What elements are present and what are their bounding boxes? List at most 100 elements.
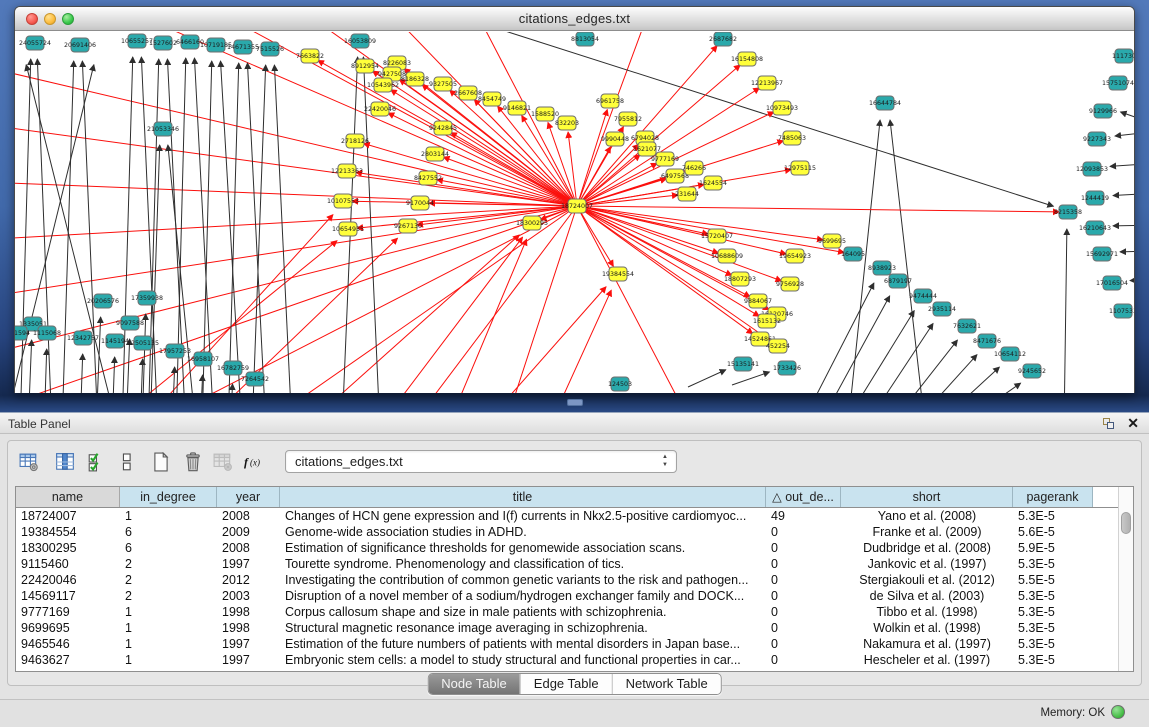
graph-node[interactable]: 15692971 [1086, 247, 1118, 261]
graph-node[interactable]: 20206576 [87, 294, 119, 308]
window-titlebar[interactable]: citations_edges.txt [15, 7, 1134, 31]
graph-node[interactable]: 1624554 [699, 176, 727, 190]
graph-area[interactable]: 2405572420691406106552571527602646616010… [15, 32, 1134, 393]
graph-node[interactable]: 9146821 [503, 101, 531, 115]
column-header-pagerank[interactable]: pagerank [1013, 487, 1093, 507]
tab-node-table[interactable]: Node Table [428, 674, 520, 694]
graph-node[interactable]: 9242845 [429, 121, 457, 135]
graph-node[interactable]: 1733426 [773, 361, 801, 375]
graph-node[interactable]: 16053809 [344, 34, 376, 48]
graph-node[interactable]: 9327505 [429, 77, 457, 91]
table-row[interactable]: 1872400712008Changes of HCN gene express… [16, 508, 1118, 524]
table-row[interactable]: 2242004622012Investigating the contribut… [16, 572, 1118, 588]
column-header-in_degree[interactable]: in_degree [120, 487, 217, 507]
graph-node[interactable]: 9990448 [601, 132, 629, 146]
graph-node[interactable]: 12093853 [1076, 162, 1108, 176]
graph-node[interactable]: 9170044 [406, 196, 434, 210]
select-all-rows-button[interactable] [84, 449, 110, 475]
graph-node[interactable]: 8813054 [571, 32, 599, 46]
graph-node[interactable]: 17359938 [131, 291, 163, 305]
graph-node[interactable]: 231644 [675, 187, 699, 201]
graph-node[interactable]: 24055724 [19, 36, 51, 50]
select-columns-button[interactable] [52, 449, 78, 475]
graph-node[interactable]: 9129966 [1089, 104, 1117, 118]
graph-node[interactable]: 124503 [608, 377, 632, 391]
graph-node[interactable]: 16154808 [731, 52, 763, 66]
graph-node[interactable]: 17016504 [1096, 276, 1128, 290]
table-row[interactable]: 977716911998Corpus callosum shape and si… [16, 604, 1118, 620]
table-settings-button[interactable] [16, 449, 42, 475]
graph-node[interactable]: 12213967 [751, 76, 783, 90]
table-selector-dropdown[interactable]: citations_edges.txt ▲▼ [285, 450, 677, 473]
graph-node[interactable]: 9227343 [1083, 132, 1111, 146]
graph-node[interactable]: 1588520 [531, 107, 559, 121]
graph-node[interactable]: 15135141 [727, 357, 759, 371]
graph-node[interactable]: 16782759 [217, 361, 249, 375]
column-header-out_de[interactable]: △ out_de... [766, 487, 841, 507]
delete-columns-button[interactable] [180, 449, 206, 475]
graph-node[interactable]: 10688609 [711, 249, 743, 263]
graph-node[interactable]: 21053346 [147, 122, 179, 136]
graph-node[interactable]: 9699695 [818, 234, 846, 248]
graph-node[interactable]: 22420046 [364, 102, 396, 116]
column-header-title[interactable]: title [280, 487, 766, 507]
graph-node[interactable]: 2803144 [421, 147, 449, 161]
network-canvas[interactable]: 2405572420691406106552571527602646616010… [15, 32, 1134, 393]
scrollbar-thumb[interactable] [1121, 512, 1131, 534]
graph-node[interactable]: 16644784 [869, 96, 901, 110]
table-scrollbar[interactable] [1118, 487, 1133, 671]
graph-node[interactable]: 6961758 [596, 94, 624, 108]
table-row[interactable]: 911546021997Tourette syndrome. Phenomeno… [16, 556, 1118, 572]
graph-node[interactable]: 1244419 [1081, 191, 1109, 205]
graph-node[interactable]: 2687682 [709, 32, 737, 46]
graph-node[interactable]: 8938923 [868, 261, 896, 275]
graph-node[interactable]: 1107533 [1109, 304, 1134, 318]
tab-edge-table[interactable]: Edge Table [520, 674, 612, 694]
graph-node[interactable]: 10654935 [332, 222, 364, 236]
graph-node[interactable]: 111730 [1112, 49, 1134, 63]
column-header-short[interactable]: short [841, 487, 1013, 507]
graph-node[interactable]: 832203 [555, 116, 579, 130]
graph-node[interactable]: 19384554 [602, 267, 634, 281]
graph-node[interactable]: 16958107 [187, 352, 219, 366]
graph-node[interactable]: 8912954 [351, 59, 379, 73]
create-column-button[interactable] [148, 449, 174, 475]
graph-node[interactable]: 9756928 [776, 277, 804, 291]
graph-node[interactable]: 7663822 [296, 49, 324, 63]
graph-node[interactable]: 9097588 [116, 316, 144, 330]
graph-node[interactable]: 164095 [841, 247, 865, 261]
graph-node[interactable]: 20691406 [64, 38, 96, 52]
graph-node[interactable]: 12975115 [784, 161, 816, 175]
network-window[interactable]: citations_edges.txt 24055724 20691406 1065… [14, 6, 1135, 393]
table-row[interactable]: 1830029562008Estimation of significance … [16, 540, 1118, 556]
graph-node[interactable]: 8471676 [973, 334, 1001, 348]
graph-node[interactable]: 19654923 [779, 249, 811, 263]
close-panel-icon[interactable]: ✕ [1127, 415, 1139, 432]
graph-node[interactable]: 7515526 [256, 42, 284, 56]
graph-node[interactable]: 7632621 [953, 319, 981, 333]
graph-node[interactable]: 10654112 [994, 347, 1026, 361]
column-header-year[interactable]: year [217, 487, 280, 507]
splitter-handle[interactable] [567, 399, 583, 406]
graph-node[interactable]: 7955812 [614, 112, 642, 126]
import-table-button[interactable] [210, 449, 236, 475]
graph-node[interactable]: 15751074 [1102, 76, 1134, 90]
tab-network-table[interactable]: Network Table [612, 674, 721, 694]
table-row[interactable]: 969969511998Structural magnetic resonanc… [16, 620, 1118, 636]
clear-row-selection-button[interactable] [114, 449, 140, 475]
function-builder-button[interactable]: f (x) [242, 449, 268, 475]
float-panel-icon[interactable] [1103, 418, 1115, 430]
graph-node[interactable]: 8454749 [478, 92, 506, 106]
graph-node[interactable]: 16210643 [1079, 221, 1111, 235]
graph-node[interactable]: 9245652 [1018, 364, 1046, 378]
graph-node[interactable]: 2935114 [928, 302, 956, 316]
graph-node[interactable]: 452254 [766, 339, 790, 353]
table-row[interactable]: 946362711997Embryonic stem cells: a mode… [16, 652, 1118, 668]
graph-node[interactable]: 746266 [682, 161, 706, 175]
table-row[interactable]: 946554611997Estimation of the future num… [16, 636, 1118, 652]
graph-node[interactable]: 8215358 [1054, 205, 1082, 219]
graph-node[interactable]: 1527602 [149, 36, 177, 50]
column-header-name[interactable]: name [16, 487, 120, 507]
graph-node[interactable]: 9474444 [909, 289, 937, 303]
table-row[interactable]: 1938455462009Genome-wide association stu… [16, 524, 1118, 540]
